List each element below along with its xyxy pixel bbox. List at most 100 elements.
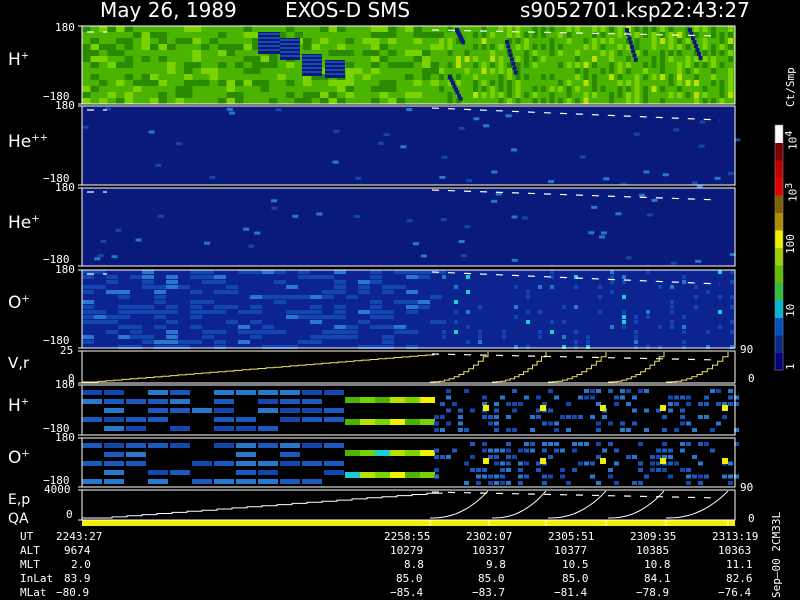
h-plus-cell [422, 56, 431, 62]
o-plus-lower-cell [542, 448, 547, 453]
h-plus-cell [583, 68, 589, 74]
o-plus-lower-cell [476, 468, 481, 472]
h-plus-cell [634, 32, 640, 38]
footer-c4-alt: 10377 [554, 544, 588, 557]
h-plus-cell [490, 44, 495, 50]
h-plus-cell [660, 56, 665, 62]
o-plus-cell [346, 330, 358, 334]
o-plus-lower-cell [280, 479, 300, 484]
o-plus-lower-cell [236, 452, 256, 457]
h-plus-cell [711, 26, 716, 32]
h-plus-streak [631, 49, 636, 54]
h-plus-cell [728, 74, 733, 80]
h-plus-cell [634, 80, 640, 86]
h-plus-cell [439, 68, 444, 74]
h-plus-cell [473, 62, 478, 68]
sparse-count-cell [243, 227, 250, 231]
h-plus-cell [651, 86, 657, 92]
o-plus-lower-cell [440, 455, 445, 459]
h-plus-cell [490, 92, 495, 98]
o-plus-cell [622, 295, 626, 299]
h-plus-cell [609, 26, 614, 32]
o-plus-lower-cell [500, 481, 505, 485]
h-plus-streak [625, 28, 629, 32]
h-plus-cell [243, 56, 252, 62]
h-plus-cell [481, 68, 487, 74]
o-plus-cell [454, 310, 458, 314]
h-plus-cell [498, 86, 504, 92]
h-plus-cell [481, 92, 487, 98]
h-plus-lower-cell [214, 399, 234, 404]
h-plus-cell [719, 86, 725, 92]
h-plus-lower-cell [192, 408, 212, 413]
h-plus-lower-cell [324, 417, 344, 422]
o-plus-cell [118, 335, 130, 339]
h-plus-lower-cell [488, 415, 493, 419]
panel-label-vr: V,r [8, 354, 30, 372]
h-plus-streak [507, 48, 512, 53]
h-plus-lower-cell [280, 390, 300, 395]
h-plus-streak [697, 52, 701, 56]
h-plus-cell [209, 68, 218, 74]
h-plus-cell [507, 32, 512, 38]
side-note: Sep–00 2CM33L [770, 511, 783, 598]
o-plus-lower-cell [668, 455, 673, 459]
h-plus-cell [235, 44, 244, 50]
o-plus-lower-cell [692, 455, 697, 459]
h-plus-cell [218, 44, 227, 50]
o-plus-lower-cell [506, 455, 511, 459]
o-plus-cell [202, 275, 214, 279]
o-plus-cell [622, 310, 626, 314]
o-plus-cell [298, 275, 310, 279]
h-plus-cell [82, 86, 91, 92]
o-plus-lower-cell [420, 472, 435, 478]
o-plus-lower-cell [656, 448, 661, 453]
o-plus-cell [226, 305, 238, 309]
o-plus-cell [82, 335, 94, 339]
o-plus-cell [658, 285, 662, 289]
sparse-count-cell [111, 255, 118, 259]
h-plus-cell [286, 92, 295, 98]
h-plus-cell [643, 50, 648, 56]
footer-c5-alt: 10385 [636, 544, 670, 557]
h-plus-cell [447, 98, 453, 104]
o-plus-cell [634, 340, 638, 344]
h-plus-lower-cell [536, 395, 541, 400]
h-plus-streak [461, 40, 466, 45]
h-plus-cell [711, 80, 716, 86]
h-plus-cell [677, 80, 682, 86]
h-plus-cell [175, 98, 184, 104]
o-plus-lower-cell [494, 461, 499, 466]
o-plus-cell [370, 310, 382, 314]
h-plus-lower-cell [590, 389, 595, 393]
o-plus-cell [370, 280, 382, 284]
footer-c2-inlat: 85.0 [396, 572, 423, 585]
h-plus-cell [184, 80, 193, 86]
h-plus-cell [609, 92, 614, 98]
o-plus-lower-cell [590, 461, 595, 466]
o-plus-cell [262, 295, 274, 299]
o-plus-cell [250, 330, 262, 334]
o-plus-cell [502, 330, 506, 334]
h-plus-cell [702, 92, 708, 98]
h-plus-lower-cell [554, 395, 559, 400]
o-plus-cell [478, 305, 482, 309]
o-plus-cell [190, 315, 202, 319]
h-plus-cell [362, 50, 371, 56]
h-plus-lower-cell [390, 419, 405, 425]
h-plus-cell [388, 62, 397, 68]
h-plus-cell [422, 50, 431, 56]
h-plus-cell [575, 50, 580, 56]
o-plus-lower-cell [698, 461, 703, 466]
h-plus-cell [498, 62, 504, 68]
h-plus-lower-cell [500, 395, 505, 400]
h-plus-lower-cell [698, 402, 703, 406]
h-plus-lower-cell [668, 402, 673, 406]
o-plus-cell [634, 335, 638, 339]
o-plus-cell [730, 330, 734, 334]
o-plus-lower-cell [548, 455, 553, 459]
o-plus-cell [106, 315, 118, 319]
o-plus-cell [406, 290, 418, 294]
h-plus-cell [371, 44, 380, 50]
o-plus-cell [274, 280, 286, 284]
